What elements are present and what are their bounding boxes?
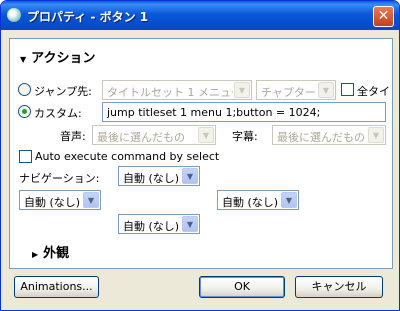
nav-left-value: 自動 (なし) <box>24 196 81 209</box>
title-bar[interactable]: プロパティ - ボタン 1 ✕ <box>1 1 399 30</box>
chevron-down-icon: ▼ <box>198 127 214 143</box>
chevron-down-icon: ▼ <box>281 192 297 208</box>
animations-button[interactable]: Animations... <box>14 276 99 298</box>
audio-select[interactable]: 最後に選んだもの ▼ <box>92 125 216 145</box>
action-section-label: アクション <box>31 51 96 66</box>
ok-button[interactable]: OK <box>199 276 285 298</box>
custom-radio[interactable] <box>18 105 31 118</box>
all-titles-checkbox[interactable] <box>341 83 354 96</box>
appearance-section-header[interactable]: ▶ 外観 <box>32 242 69 261</box>
nav-right-select[interactable]: 自動 (なし) ▼ <box>217 190 299 210</box>
subtitle-select[interactable]: 最後に選んだもの ▼ <box>272 125 386 145</box>
close-icon: ✕ <box>377 8 390 24</box>
close-button[interactable]: ✕ <box>373 6 394 27</box>
jump-chapter-select[interactable]: チャプター 1 ▼ <box>256 80 336 100</box>
auto-execute-checkbox[interactable] <box>19 150 32 163</box>
properties-panel: ▼ アクション ジャンプ先: タイトルセット 1 メニュー 1 ▼ チャプター 1… <box>9 38 393 269</box>
disc-icon <box>7 8 21 22</box>
nav-right-value: 自動 (なし) <box>222 196 279 209</box>
navigation-label: ナビゲーション: <box>19 172 100 185</box>
nav-up-value: 自動 (なし) <box>123 172 180 185</box>
subtitle-value: 最後に選んだもの <box>277 131 365 144</box>
chevron-down-icon: ▼ <box>83 192 99 208</box>
jump-radio[interactable] <box>18 83 31 96</box>
audio-label: 音声: <box>60 130 86 143</box>
custom-command-input[interactable]: jump titleset 1 menu 1;button = 1024; <box>102 102 386 122</box>
action-section-header[interactable]: ▼ アクション <box>20 47 96 66</box>
nav-up-select[interactable]: 自動 (なし) ▼ <box>118 166 200 186</box>
all-titles-label: 全タイ <box>357 85 390 98</box>
expand-triangle-icon: ▶ <box>32 250 39 259</box>
jump-title-menu-value: タイトルセット 1 メニュー 1 <box>107 86 233 99</box>
custom-label: カスタム: <box>34 107 82 120</box>
chevron-down-icon: ▼ <box>368 127 384 143</box>
nav-down-value: 自動 (なし) <box>123 220 180 233</box>
window-title: プロパティ - ボタン 1 <box>27 10 149 24</box>
chevron-down-icon: ▼ <box>182 168 198 184</box>
cancel-button[interactable]: キャンセル <box>295 276 383 298</box>
chevron-down-icon: ▼ <box>318 82 334 98</box>
properties-dialog: プロパティ - ボタン 1 ✕ ▼ アクション ジャンプ先: タイトルセット 1 … <box>0 0 400 311</box>
jump-chapter-value: チャプター 1 <box>261 86 319 99</box>
collapse-triangle-icon: ▼ <box>20 55 27 64</box>
auto-execute-label: Auto execute command by select <box>35 150 220 163</box>
jump-label: ジャンプ先: <box>34 85 92 98</box>
chevron-down-icon: ▼ <box>182 216 198 232</box>
nav-left-select[interactable]: 自動 (なし) ▼ <box>19 190 101 210</box>
nav-down-select[interactable]: 自動 (なし) ▼ <box>118 214 200 234</box>
audio-value: 最後に選んだもの <box>97 131 185 144</box>
chevron-down-icon: ▼ <box>234 82 250 98</box>
appearance-section-label: 外観 <box>43 246 70 261</box>
jump-title-menu-select[interactable]: タイトルセット 1 メニュー 1 ▼ <box>102 80 252 100</box>
subtitle-label: 字幕: <box>232 130 258 143</box>
